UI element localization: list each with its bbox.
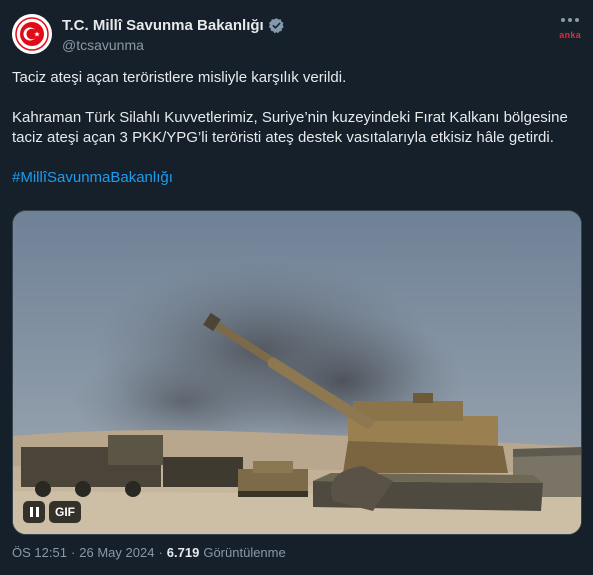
- tweet-media-gif[interactable]: GIF: [12, 210, 582, 535]
- meta-separator: ·: [70, 545, 76, 560]
- tweet-line-1: Taciz ateşi açan teröristlere misliyle k…: [12, 69, 347, 86]
- gif-badge: GIF: [49, 501, 81, 523]
- verified-badge-icon: [268, 17, 284, 33]
- watermark-logo: anka: [559, 30, 581, 40]
- account-handle[interactable]: @tcsavunma: [62, 37, 285, 53]
- ministry-emblem-icon: [12, 14, 52, 54]
- more-options-icon[interactable]: [561, 18, 579, 24]
- tweet-body: Taciz ateşi açan teröristlere misliyle k…: [12, 68, 582, 188]
- display-name[interactable]: T.C. Millî Savunma Bakanlığı: [62, 17, 264, 34]
- meta-separator-2: ·: [158, 545, 163, 560]
- pause-icon: [29, 507, 39, 517]
- tweet-time[interactable]: ÖS 12:51: [12, 545, 67, 560]
- views-label: Görüntülenme: [203, 545, 286, 560]
- tweet-line-2: Kahraman Türk Silahlı Kuvvetlerimiz, Sur…: [12, 109, 568, 146]
- tweet-meta: ÖS 12:51 · 26 May 2024 · 6.719 Görüntüle…: [12, 545, 286, 560]
- howitzer-firing-image: [13, 211, 581, 534]
- tweet-header: T.C. Millî Savunma Bakanlığı @tcsavunma: [62, 16, 285, 53]
- pause-button[interactable]: [23, 501, 45, 523]
- views-count: 6.719: [166, 545, 200, 560]
- avatar[interactable]: [12, 14, 52, 54]
- tweet-date[interactable]: 26 May 2024: [79, 545, 154, 560]
- hashtag-link[interactable]: #MillîSavunmaBakanlığı: [12, 168, 582, 188]
